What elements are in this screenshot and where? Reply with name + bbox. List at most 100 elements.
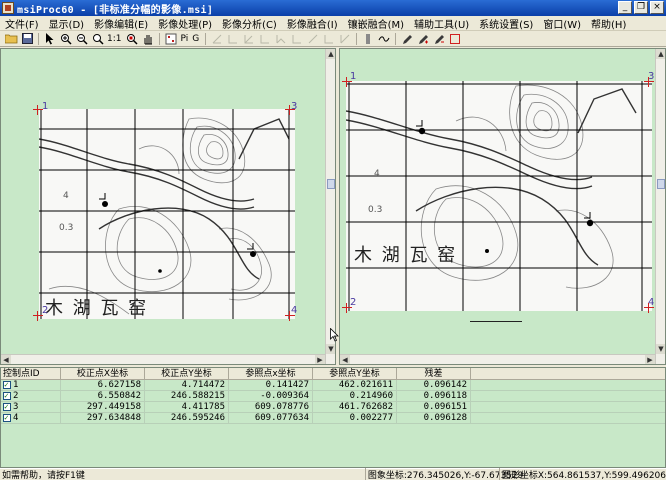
source-map-image: 4 0.3 木 湖 瓦 窑 [39,109,295,319]
row-id: 2 [13,391,19,401]
open-folder-icon[interactable] [4,32,18,46]
curve-icon[interactable] [377,32,391,46]
menu-help[interactable]: 帮助(H) [586,16,631,31]
draw-frame-icon[interactable] [322,32,336,46]
row-checkbox[interactable] [3,380,11,390]
gcp-marker-2[interactable] [33,311,43,321]
app-logo-icon [2,2,14,14]
gcp-marker-4[interactable] [285,311,295,321]
cell-ref-y: 0.214960 [313,391,397,401]
row-checkbox[interactable] [3,391,11,401]
pen-delete-icon[interactable] [432,32,446,46]
source-map-graphics [39,109,295,319]
source-horizontal-scrollbar[interactable]: ◀ ▶ [1,354,325,364]
table-row[interactable]: 1 6.627158 4.714472 0.141427 462.021611 … [1,380,665,391]
reference-image-view[interactable]: 4 0.3 木 湖 瓦 窑 1 3 2 4 ▲ ▼ ◀ ▶ [339,48,666,365]
scroll-left-icon[interactable]: ◀ [1,355,11,364]
scroll-thumb[interactable] [657,179,665,189]
info-icon[interactable] [361,32,375,46]
row-checkbox[interactable] [3,402,11,412]
mouse-cursor-icon [330,328,339,342]
pen-add-icon[interactable] [416,32,430,46]
source-image-view[interactable]: 4 0.3 木 湖 瓦 窑 1 3 2 4 ▲ ▼ ◀ ▶ [0,48,336,365]
reference-horizontal-scrollbar[interactable]: ◀ ▶ [340,354,655,364]
map-label-elevation: 0.3 [368,205,383,215]
column-header-residual[interactable]: 残差 [397,368,471,379]
cell-id: 2 [1,391,61,401]
gcp-marker-1[interactable] [342,77,352,87]
cell-y: 4.714472 [145,380,229,390]
gcp-marker-4[interactable] [644,303,654,313]
reference-vertical-scrollbar[interactable]: ▲ ▼ [655,49,665,364]
zoom-fit-icon[interactable] [125,32,139,46]
map-label-number: 4 [374,169,380,179]
menu-aux-tools[interactable]: 辅助工具(U) [409,16,474,31]
column-header-ref-x[interactable]: 参照点x坐标 [229,368,313,379]
column-header-ref-y[interactable]: 参照点Y坐标 [313,368,397,379]
table-row[interactable]: 3 297.449158 4.411785 609.078776 461.762… [1,402,665,413]
map-place-name: 木 湖 瓦 窑 [45,298,149,319]
draw-line-icon[interactable] [210,32,224,46]
close-button[interactable]: × [650,1,664,14]
zoom-window-icon[interactable] [91,32,105,46]
gcp-marker-1[interactable] [33,105,43,115]
gcp-marker-2[interactable] [342,303,352,313]
reference-map-graphics [346,81,652,311]
scroll-down-icon[interactable]: ▼ [656,344,665,354]
cell-ref-x: 609.078776 [229,402,313,412]
zoom-in-icon[interactable] [59,32,73,46]
draw-measure-icon[interactable] [306,32,320,46]
scroll-thumb[interactable] [327,179,335,189]
minimize-button[interactable]: _ [618,1,632,14]
table-row[interactable]: 4 297.634848 246.595246 609.077634 0.002… [1,413,665,424]
menu-file[interactable]: 文件(F) [0,16,44,31]
menu-image-fusion[interactable]: 影像融合(I) [282,16,343,31]
save-icon[interactable] [20,32,34,46]
menu-image-analysis[interactable]: 影像分析(C) [217,16,282,31]
menu-display[interactable]: 显示(D) [44,16,90,31]
gcp-marker-3[interactable] [644,77,654,87]
toolbar-separator [356,32,358,45]
scroll-left-icon[interactable]: ◀ [340,355,350,364]
scroll-down-icon[interactable]: ▼ [326,344,335,354]
source-vertical-scrollbar[interactable]: ▲ ▼ [325,49,335,364]
gcp-table: 控制点ID 校正点X坐标 校正点Y坐标 参照点x坐标 参照点Y坐标 残差 1 6… [0,367,666,468]
scale-bar [470,321,522,322]
menu-window[interactable]: 窗口(W) [538,16,586,31]
draw-edge-icon[interactable] [290,32,304,46]
column-header-x[interactable]: 校正点X坐标 [61,368,145,379]
zoom-1to1-button[interactable]: 1:1 [107,34,121,44]
table-row[interactable]: 2 6.550842 246.588215 -0.009364 0.214960… [1,391,665,402]
draw-corner-icon[interactable] [258,32,272,46]
scroll-up-icon[interactable]: ▲ [326,49,335,59]
scroll-right-icon[interactable]: ▶ [315,355,325,364]
window-title: msiProc60 - [非标准分幅的影像.msi] [17,4,214,16]
draw-edit-icon[interactable] [338,32,352,46]
row-id: 4 [13,413,19,423]
restore-button[interactable]: ❐ [634,1,648,14]
row-id: 3 [13,402,19,412]
gcp-tool-icon[interactable] [164,32,178,46]
toolbar-separator [159,32,161,45]
pointer-icon[interactable] [43,32,57,46]
menu-image-edit[interactable]: 影像编辑(E) [89,16,153,31]
rectangle-icon[interactable] [448,32,462,46]
g-button[interactable]: G [192,34,199,44]
row-checkbox[interactable] [3,413,11,423]
pen-icon[interactable] [400,32,414,46]
column-header-y[interactable]: 校正点Y坐标 [145,368,229,379]
draw-angle-icon[interactable] [242,32,256,46]
draw-polyline-icon[interactable] [226,32,240,46]
menu-image-process[interactable]: 影像处理(P) [153,16,217,31]
gcp-marker-3[interactable] [285,105,295,115]
scroll-right-icon[interactable]: ▶ [645,355,655,364]
draw-step-icon[interactable] [274,32,288,46]
zoom-out-icon[interactable] [75,32,89,46]
pan-hand-icon[interactable] [141,32,155,46]
menu-mosaic-fusion[interactable]: 镶嵌融合(M) [343,16,409,31]
column-header-id[interactable]: 控制点ID [1,368,61,379]
cell-ref-y: 461.762682 [313,402,397,412]
menu-system-settings[interactable]: 系统设置(S) [474,16,538,31]
scroll-up-icon[interactable]: ▲ [656,49,665,59]
pi-button[interactable]: Pi [180,34,188,44]
